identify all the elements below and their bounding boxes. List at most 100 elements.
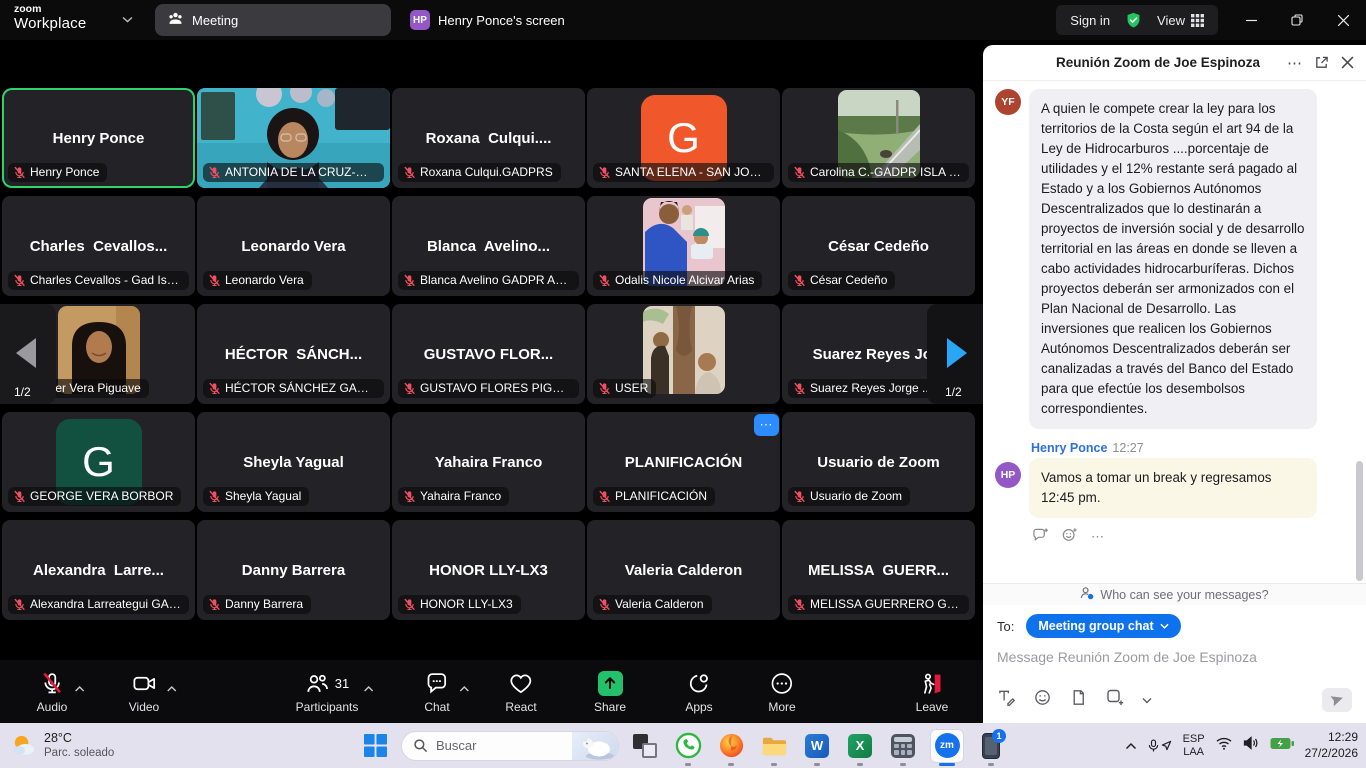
chat-scrollbar[interactable]	[1356, 461, 1363, 581]
next-page-button[interactable]: 1/2	[927, 304, 983, 404]
participants-group-icon	[167, 10, 184, 30]
calculator-icon	[891, 734, 915, 758]
tab-henry-ponces-screen[interactable]: HP Henry Ponce's screen	[400, 4, 575, 36]
weather-widget[interactable]: 28°C Parc. soleado	[10, 723, 114, 768]
participants-button[interactable]: 31 Participants	[296, 670, 359, 714]
participant-tile[interactable]: PLANIFICACIÓNPLANIFICACIÓN	[587, 412, 780, 512]
participant-label: Leonardo Vera	[203, 271, 312, 290]
chat-bubble-icon	[424, 671, 449, 696]
mic-muted-icon	[39, 671, 64, 696]
chat-message-list[interactable]: YF A quien le compete crear la ley para …	[983, 81, 1366, 583]
security-shield-icon[interactable]	[1125, 12, 1142, 29]
workspace-chevron-down-icon[interactable]	[122, 12, 133, 26]
chat-close-icon[interactable]	[1341, 56, 1354, 69]
taskbar-word[interactable]: W	[800, 723, 834, 768]
taskbar-firefox[interactable]	[714, 723, 748, 768]
participant-tile[interactable]: GUSTAVO FLOR...GUSTAVO FLORES PIGUAVE	[392, 304, 585, 404]
react-button[interactable]: React	[505, 670, 536, 714]
participant-tile[interactable]: Blanca Avelino...Blanca Avelino GADPR AN…	[392, 196, 585, 296]
participant-tile[interactable]: HONOR LLY-LX3HONOR LLY-LX3	[392, 520, 585, 620]
participant-tile[interactable]: Roxana Culqui....Roxana Culqui.GADPRS	[392, 88, 585, 188]
screenshot-icon[interactable]	[1105, 687, 1125, 712]
compose-options-chevron[interactable]	[1142, 691, 1152, 709]
view-button[interactable]: View	[1157, 13, 1204, 28]
participant-tile[interactable]: MELISSA GUERR...MELISSA GUERRERO GADP...	[782, 520, 975, 620]
minimize-button[interactable]	[1228, 0, 1274, 40]
message-text: A quien le compete crear la ley para los…	[1029, 89, 1317, 429]
participant-tile[interactable]: Charles Cevallos...Charles Cevallos - Ga…	[2, 196, 195, 296]
send-button[interactable]	[1322, 688, 1352, 712]
taskbar-excel[interactable]: X	[843, 723, 877, 768]
participant-tile[interactable]: Valeria CalderonValeria Calderon	[587, 520, 780, 620]
message-sender[interactable]: Henry Ponce	[1031, 441, 1107, 455]
participant-tile[interactable]: ANTONIA DE LA CRUZ-GA...	[197, 88, 390, 188]
participant-label: Odalis Nicole Alcivar Arias	[593, 271, 762, 290]
tray-chevron-up-icon[interactable]	[1125, 737, 1137, 755]
chat-popout-icon[interactable]	[1314, 55, 1329, 70]
participant-label: Henry Ponce	[8, 163, 107, 182]
battery-charging-icon[interactable]	[1270, 737, 1294, 755]
participant-tile[interactable]: Henry PonceHenry Ponce	[2, 88, 195, 188]
taskbar-file-explorer[interactable]	[757, 723, 791, 768]
audio-button[interactable]: Audio	[37, 670, 68, 714]
close-button[interactable]	[1320, 0, 1366, 40]
chat-more-icon[interactable]: ⋯	[1287, 54, 1302, 72]
participant-tile[interactable]: Yahaira FrancoYahaira Franco	[392, 412, 585, 512]
format-text-icon[interactable]	[997, 688, 1016, 712]
participant-tile[interactable]: GGEORGE VERA BORBOR	[2, 412, 195, 512]
mic-in-use-icon[interactable]	[1148, 739, 1172, 753]
taskbar-search[interactable]: Buscar	[401, 731, 619, 761]
add-reaction-icon[interactable]	[1062, 527, 1078, 547]
participants-options-chevron[interactable]	[363, 679, 373, 697]
taskbar-phone-link[interactable]: 1	[974, 723, 1008, 768]
emoji-icon[interactable]	[1033, 688, 1052, 712]
taskbar-calculator[interactable]	[886, 723, 920, 768]
participant-tile[interactable]: César CedeñoCésar Cedeño	[782, 196, 975, 296]
message-more-icon[interactable]: ⋯	[1091, 529, 1104, 545]
message-input[interactable]: Message Reunión Zoom de Joe Espinoza	[997, 649, 1352, 665]
privacy-note[interactable]: Who can see your messages?	[983, 583, 1366, 605]
participant-tile[interactable]: Alexandra Larre...Alexandra Larreategui …	[2, 520, 195, 620]
leave-button[interactable]: Leave	[916, 670, 949, 714]
participant-tile[interactable]: Danny BarreraDanny Barrera	[197, 520, 390, 620]
participant-tile[interactable]: HÉCTOR SÁNCH...HÉCTOR SÁNCHEZ GAD AT...	[197, 304, 390, 404]
restore-button[interactable]	[1274, 0, 1320, 40]
participant-tile[interactable]: Odalis Nicole Alcivar Arias	[587, 196, 780, 296]
participant-tile[interactable]: GSANTA ELENA - SAN JOSÉ ...	[587, 88, 780, 188]
chat-button[interactable]: Chat	[424, 670, 449, 714]
participant-tile[interactable]: Carolina C.-GADPR ISLA SA...	[782, 88, 975, 188]
chat-message: YF A quien le compete crear la ley para …	[995, 89, 1354, 429]
volume-icon[interactable]	[1243, 736, 1259, 755]
previous-page-button[interactable]: 1/2	[0, 304, 56, 404]
attach-file-icon[interactable]	[1069, 688, 1088, 712]
folder-icon	[761, 732, 788, 759]
apps-button[interactable]: Apps	[685, 670, 712, 714]
privacy-note-text: Who can see your messages?	[1100, 588, 1268, 602]
task-view-button[interactable]	[628, 723, 662, 768]
video-button[interactable]: Video	[129, 670, 159, 714]
taskbar-whatsapp[interactable]	[671, 723, 705, 768]
more-button[interactable]: More	[768, 670, 795, 714]
language-indicator[interactable]: ESP LAA	[1183, 733, 1205, 758]
share-button[interactable]: Share	[594, 670, 626, 714]
sign-in-button[interactable]: Sign in	[1070, 13, 1110, 28]
participant-tile[interactable]: USER	[587, 304, 780, 404]
taskbar-center: Buscar W	[358, 723, 1008, 768]
video-options-chevron[interactable]	[166, 679, 176, 697]
video-gallery: Henry PonceHenry PonceANTONIA DE LA CRUZ…	[0, 40, 983, 660]
start-button[interactable]	[358, 723, 392, 768]
wifi-icon[interactable]	[1216, 737, 1232, 755]
taskbar-zoom-active[interactable]: zm	[929, 723, 965, 768]
reply-in-thread-icon[interactable]	[1032, 527, 1049, 547]
tile-more-options-button[interactable]: ⋯	[754, 414, 779, 436]
video-label: Video	[129, 700, 159, 714]
recipient-selector[interactable]: Meeting group chat	[1026, 614, 1180, 638]
audio-options-chevron[interactable]	[74, 679, 84, 697]
chat-options-chevron[interactable]	[459, 679, 469, 697]
participant-tile[interactable]: Sheyla YagualSheyla Yagual	[197, 412, 390, 512]
participant-tile[interactable]: Leonardo VeraLeonardo Vera	[197, 196, 390, 296]
participant-tile[interactable]: Usuario de ZoomUsuario de Zoom	[782, 412, 975, 512]
react-label: React	[505, 700, 536, 714]
tab-meeting[interactable]: Meeting	[155, 4, 391, 36]
taskbar-clock[interactable]: 12:29 27/2/2026	[1305, 730, 1358, 761]
